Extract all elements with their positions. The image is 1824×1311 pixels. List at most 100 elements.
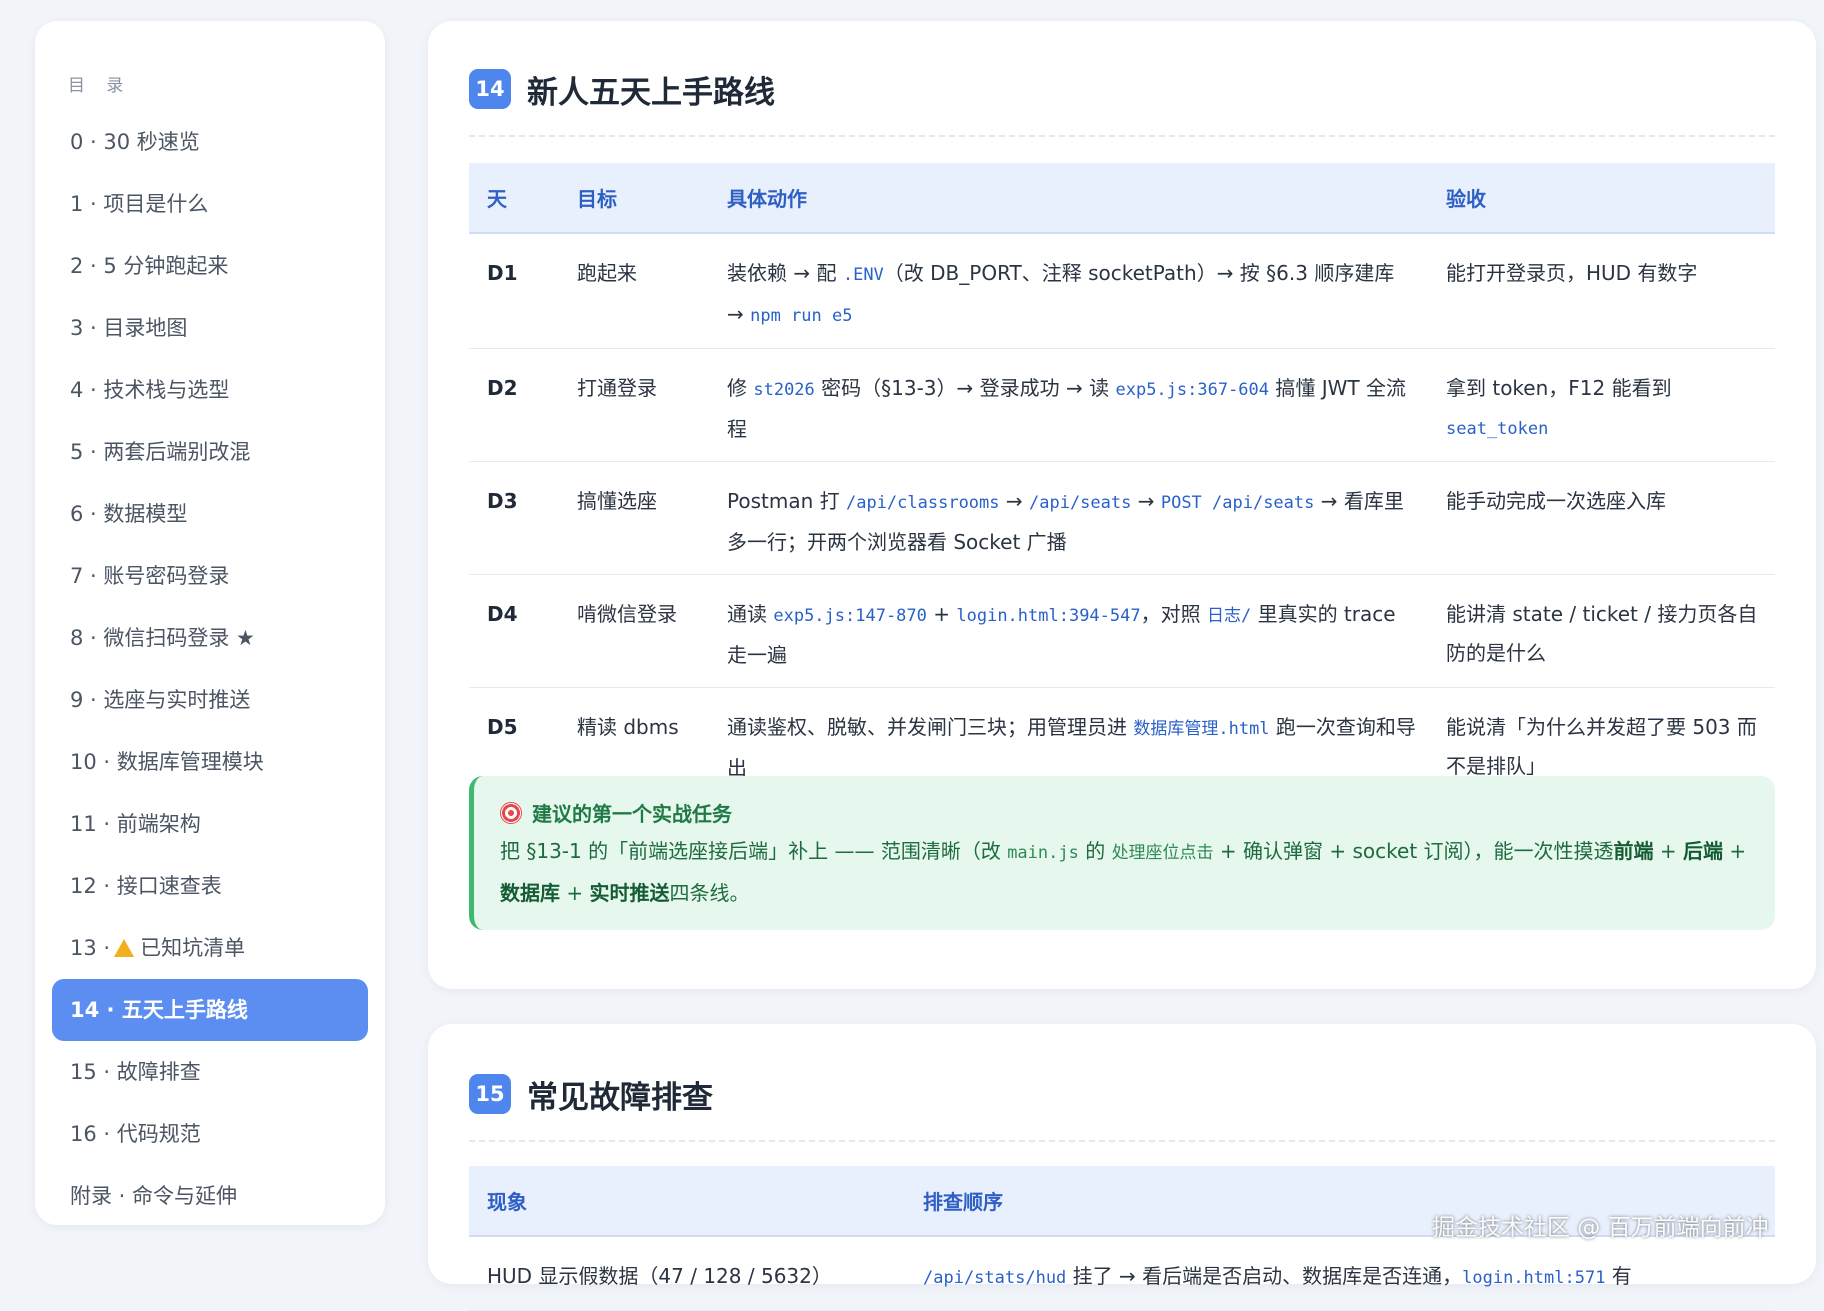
text-segment: ，对照 [1140, 602, 1207, 626]
toc-item-label: 6 · 数据模型 [70, 502, 188, 526]
day-cell: D1 [469, 233, 559, 349]
table-row: D3 搞懂选座 Postman 打 /api/classrooms → /api/s… [469, 461, 1775, 575]
section-14-card: 14 新人五天上手路线 天目标 具体动作 验收 D1 跑起来 装依赖 → 配 .ENV（… [428, 21, 1816, 989]
toc-item[interactable]: 1 · 项目是什么 [52, 173, 368, 235]
section-title: 常见故障排查 [527, 1079, 713, 1116]
text-segment: 能手动完成一次选座入库 [1446, 489, 1666, 513]
table-row: D4 啃微信登录 通读 exp5.js:147-870 + login.html:3… [469, 574, 1775, 688]
text-segment: + [926, 602, 957, 626]
goal-cell: 啃微信登录 [559, 574, 709, 688]
toc-item[interactable]: 16 · 代码规范 [52, 1103, 368, 1165]
section-number-badge: 15 [469, 1074, 511, 1114]
toc-item[interactable]: 7 · 账号密码登录 [52, 545, 368, 607]
inline-code: exp5.js:367-604 [1115, 380, 1270, 400]
text-segment: 能打开登录页，HUD 有数字 [1446, 261, 1698, 285]
action-cell: 通读 exp5.js:147-870 + login.html:394-547，… [709, 574, 1428, 688]
toc-item-label: 0 · 30 秒速览 [70, 130, 200, 154]
section-divider [469, 135, 1775, 137]
toc-item-label: 3 · 目录地图 [70, 316, 188, 340]
column-header: 验收 [1428, 163, 1775, 234]
table-row: HUD 显示假数据（47 / 128 / 5632）/api/stats/hud… [469, 1236, 1775, 1311]
toc-item[interactable]: 15 · 故障排查 [52, 1041, 368, 1103]
check-cell: 能打开登录页，HUD 有数字 [1428, 233, 1775, 349]
inline-code: /api/classrooms [845, 493, 1000, 513]
toc-item-label: 已知坑清单 [140, 936, 246, 960]
toc-item[interactable]: 13 · 已知坑清单 [52, 917, 368, 979]
table-of-contents: 目 录 0 · 30 秒速览 1 · 项目是什么 2 · 5 分钟跑起来 3 · 目录… [35, 21, 385, 1225]
toc-item[interactable]: 9 · 选座与实时推送 [52, 669, 368, 731]
text-segment: 挂了 → 看后端是否启动、数据库是否连通， [1066, 1264, 1463, 1288]
toc-list: 0 · 30 秒速览 1 · 项目是什么 2 · 5 分钟跑起来 3 · 目录地图 4 … [52, 111, 368, 1227]
toc-item-label: 12 · 接口速查表 [70, 874, 222, 898]
text-segment: 四条线。 [669, 881, 750, 905]
column-header: 现象 [469, 1166, 905, 1237]
toc-item-label: 14 · 五天上手路线 [70, 998, 248, 1022]
toc-item-label: 15 · 故障排查 [70, 1060, 201, 1084]
watermark: 掘金技术社区 @ 百万前端向前冲 [1432, 1215, 1769, 1241]
text-segment: + [1723, 839, 1747, 863]
action-cell: 装依赖 → 配 .ENV（改 DB_PORT、注释 socketPath）→ 按… [709, 233, 1428, 349]
toc-item[interactable]: 5 · 两套后端别改混 [52, 421, 368, 483]
toc-item-label: 11 · 前端架构 [70, 812, 201, 836]
toc-item[interactable]: 2 · 5 分钟跑起来 [52, 235, 368, 297]
toc-item[interactable]: 3 · 目录地图 [52, 297, 368, 359]
warning-icon [114, 939, 135, 957]
text-segment: 的 [1078, 839, 1112, 863]
table-row: D1 跑起来 装依赖 → 配 .ENV（改 DB_PORT、注释 socketPat… [469, 233, 1775, 349]
text-segment: 有 [1605, 1264, 1632, 1288]
toc-item[interactable]: 6 · 数据模型 [52, 483, 368, 545]
text-segment: + [560, 881, 590, 905]
section-15-card: 15 常见故障排查 现象 排查顺序 HUD 显示假数据（47 / 128 / 56… [428, 1024, 1816, 1311]
inline-code: 处理座位点击 [1111, 843, 1214, 863]
table-row: D2 打通登录修 st2026 密码（§13-3）→ 登录成功 → 读 exp5.… [469, 348, 1775, 462]
section-header: 14 新人五天上手路线 [469, 68, 775, 111]
inline-code: npm run e5 [750, 306, 853, 326]
inline-code: login.html:571 [1462, 1268, 1606, 1288]
inline-code: /api/seats [1029, 493, 1132, 513]
toc-item-number: 13 · [70, 936, 111, 960]
goal-cell: 跑起来 [559, 233, 709, 349]
inline-code: 日志/ [1206, 606, 1252, 626]
day-cell: D3 [469, 461, 559, 575]
text-segment: 修 [727, 376, 754, 400]
column-header: 天 [469, 163, 559, 234]
inline-code: /api/stats/hud [923, 1268, 1067, 1288]
toc-item[interactable]: 11 · 前端架构 [52, 793, 368, 855]
inline-code: main.js [1007, 843, 1079, 863]
toc-item[interactable]: 4 · 技术栈与选型 [52, 359, 368, 421]
toc-item-label: 1 · 项目是什么 [70, 192, 209, 216]
toc-item[interactable]: 8 · 微信扫码登录 ★ [52, 607, 368, 669]
toc-item[interactable]: 附录 · 命令与延伸 [52, 1165, 368, 1227]
text-segment: → [999, 489, 1029, 513]
text-segment: 能讲清 state / ticket / 接力页各自防的是什么 [1446, 602, 1758, 665]
action-cell: Postman 打 /api/classrooms → /api/seats →… [709, 461, 1428, 575]
check-cell: 拿到 token，F12 能看到 seat_token [1428, 348, 1775, 462]
section-divider [469, 1140, 1775, 1142]
text-segment: 通读 [727, 602, 774, 626]
toc-item[interactable]: 14 · 五天上手路线 [52, 979, 368, 1041]
callout-body: 把 §13-1 的「前端选座接后端」补上 —— 范围清晰（改 main.js 的… [500, 831, 1753, 913]
text-segment: 把 §13-1 的「前端选座接后端」补上 —— 范围清晰（改 [500, 839, 1008, 863]
five-day-plan-table: 天目标 具体动作 验收 D1 跑起来 装依赖 → 配 .ENV（改 DB_PORT、注释… [469, 163, 1775, 800]
toc-item-label: 7 · 账号密码登录 [70, 564, 230, 588]
section-number-badge: 14 [469, 69, 511, 109]
toc-item[interactable]: 12 · 接口速查表 [52, 855, 368, 917]
toc-item-label: 2 · 5 分钟跑起来 [70, 254, 229, 278]
inline-code: 数据库管理.html [1133, 719, 1270, 739]
toc-item-label: 附录 · 命令与延伸 [70, 1184, 238, 1208]
toc-item-label: 5 · 两套后端别改混 [70, 440, 251, 464]
toc-title: 目 录 [68, 76, 132, 96]
inline-code: exp5.js:147-870 [773, 606, 927, 626]
first-task-callout: 建议的第一个实战任务 把 §13-1 的「前端选座接后端」补上 —— 范围清晰（… [469, 776, 1775, 930]
action-cell: 修 st2026 密码（§13-3）→ 登录成功 → 读 exp5.js:367… [709, 348, 1428, 462]
toc-item[interactable]: 0 · 30 秒速览 [52, 111, 368, 173]
bold-text: 实时推送 [589, 881, 670, 905]
inline-code: seat_token [1446, 419, 1549, 439]
day-cell: D4 [469, 574, 559, 688]
toc-item-label: 10 · 数据库管理模块 [70, 750, 264, 774]
bold-text: 前端 [1613, 839, 1654, 863]
check-cell: 能手动完成一次选座入库 [1428, 461, 1775, 575]
toc-item[interactable]: 10 · 数据库管理模块 [52, 731, 368, 793]
callout-title: 建议的第一个实战任务 [500, 798, 732, 827]
text-segment: 拿到 token，F12 能看到 [1446, 376, 1672, 400]
